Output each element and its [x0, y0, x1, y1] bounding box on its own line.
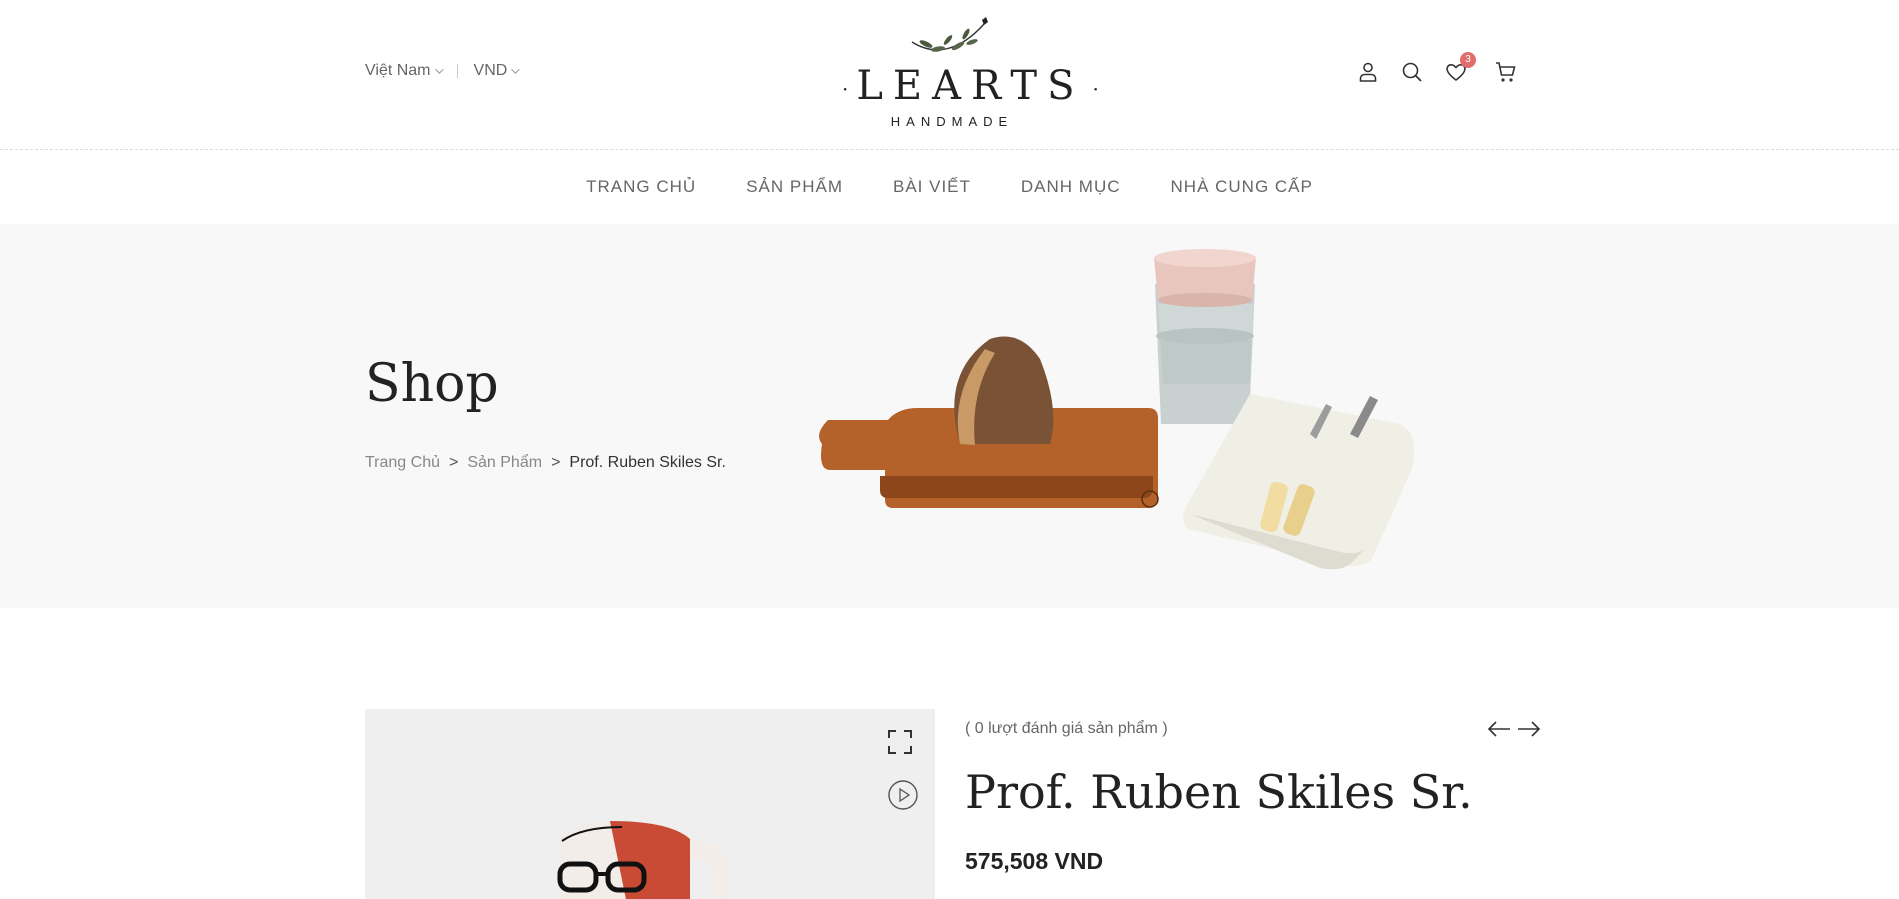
cart-icon: [1496, 62, 1516, 82]
locale-switcher: Việt Nam VND: [365, 62, 520, 80]
nav-item-categories[interactable]: DANH MỤC: [1021, 177, 1121, 197]
user-icon: [1359, 62, 1377, 82]
breadcrumb-current: Prof. Ruben Skiles Sr.: [569, 454, 726, 471]
leaf-sprig-icon: [911, 17, 988, 52]
breadcrumb-products[interactable]: Sản Phẩm: [467, 454, 542, 472]
nav-item-posts[interactable]: BÀI VIẾT: [893, 177, 971, 197]
product-title: Prof. Ruben Skiles Sr.: [965, 765, 1473, 819]
wishlist-count-badge: 3: [1460, 52, 1476, 68]
logo-tagline: HANDMADE: [890, 114, 1014, 129]
page-hero: Shop Trang Chủ > Sản Phẩm > Prof. Ruben …: [0, 224, 1899, 608]
currency-dropdown[interactable]: VND: [473, 62, 520, 80]
site-header: Việt Nam VND · LEARTS · HANDMADE 3: [0, 0, 1899, 150]
nav-item-products[interactable]: SẢN PHẨM: [746, 177, 843, 197]
header-actions: 3: [1356, 52, 1538, 84]
search-button[interactable]: [1400, 60, 1424, 84]
chevron-down-icon: [511, 65, 520, 74]
page-title: Shop: [365, 354, 499, 414]
breadcrumb-home[interactable]: Trang Chủ: [365, 454, 440, 472]
product-mug-image: [557, 821, 730, 899]
country-dropdown[interactable]: Việt Nam: [365, 62, 444, 80]
chevron-down-icon: [434, 65, 444, 74]
review-count[interactable]: ( 0 lượt đánh giá sản phẩm ): [965, 720, 1535, 738]
wishlist-button[interactable]: 3: [1444, 52, 1476, 84]
country-label: Việt Nam: [365, 62, 431, 79]
nav-item-home[interactable]: TRANG CHỦ: [586, 177, 696, 197]
logo-wordmark-text: LEARTS: [856, 63, 1085, 109]
cart-button[interactable]: [1494, 60, 1518, 84]
breadcrumb-separator: >: [551, 454, 561, 471]
arrow-left-icon[interactable]: [1487, 719, 1511, 739]
currency-label: VND: [473, 62, 508, 79]
logo-wordmark: · LEARTS ·: [842, 63, 1099, 109]
breadcrumb-separator: >: [449, 454, 459, 471]
divider: [456, 64, 458, 78]
product-price: 575,508 VND: [965, 848, 1104, 874]
main-nav: TRANG CHỦ SẢN PHẨM BÀI VIẾT DANH MỤC NHÀ…: [0, 150, 1899, 224]
breadcrumb: Trang Chủ > Sản Phẩm > Prof. Ruben Skile…: [365, 454, 726, 472]
site-logo[interactable]: · LEARTS · HANDMADE: [834, 16, 1099, 132]
play-video-icon[interactable]: [887, 779, 919, 811]
account-button[interactable]: [1356, 60, 1380, 84]
hero-tableware-image: [819, 249, 1415, 570]
fullscreen-icon[interactable]: [887, 729, 913, 755]
nav-item-suppliers[interactable]: NHÀ CUNG CẤP: [1171, 177, 1313, 197]
arrow-right-icon[interactable]: [1517, 719, 1541, 739]
search-icon: [1402, 62, 1422, 82]
product-pager: [1481, 719, 1541, 739]
product-info: ( 0 lượt đánh giá sản phẩm ): [965, 709, 1535, 738]
product-gallery[interactable]: [365, 709, 935, 899]
